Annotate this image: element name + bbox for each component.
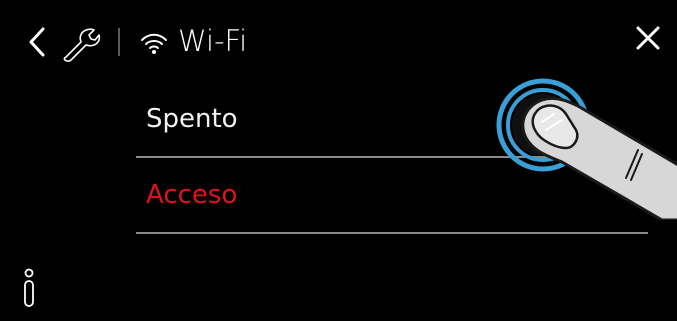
chevron-left-icon	[29, 27, 45, 57]
option-on-label: Acceso	[146, 180, 238, 210]
header-separator	[118, 28, 120, 56]
wrench-icon	[63, 28, 101, 62]
tap-finger-icon	[496, 78, 677, 222]
close-button[interactable]	[630, 20, 666, 56]
back-button[interactable]	[24, 22, 52, 62]
close-icon	[636, 26, 660, 50]
display-screen: Wi-Fi Spento Acceso	[0, 0, 677, 321]
settings-button[interactable]	[60, 24, 102, 62]
divider	[136, 232, 648, 234]
wifi-icon	[141, 33, 167, 54]
option-off-label: Spento	[146, 104, 238, 134]
wifi-status	[140, 31, 168, 55]
page-title: Wi-Fi	[178, 24, 248, 58]
tap-gesture-overlay	[490, 70, 677, 222]
info-icon	[24, 268, 34, 307]
info-button[interactable]	[14, 264, 44, 312]
